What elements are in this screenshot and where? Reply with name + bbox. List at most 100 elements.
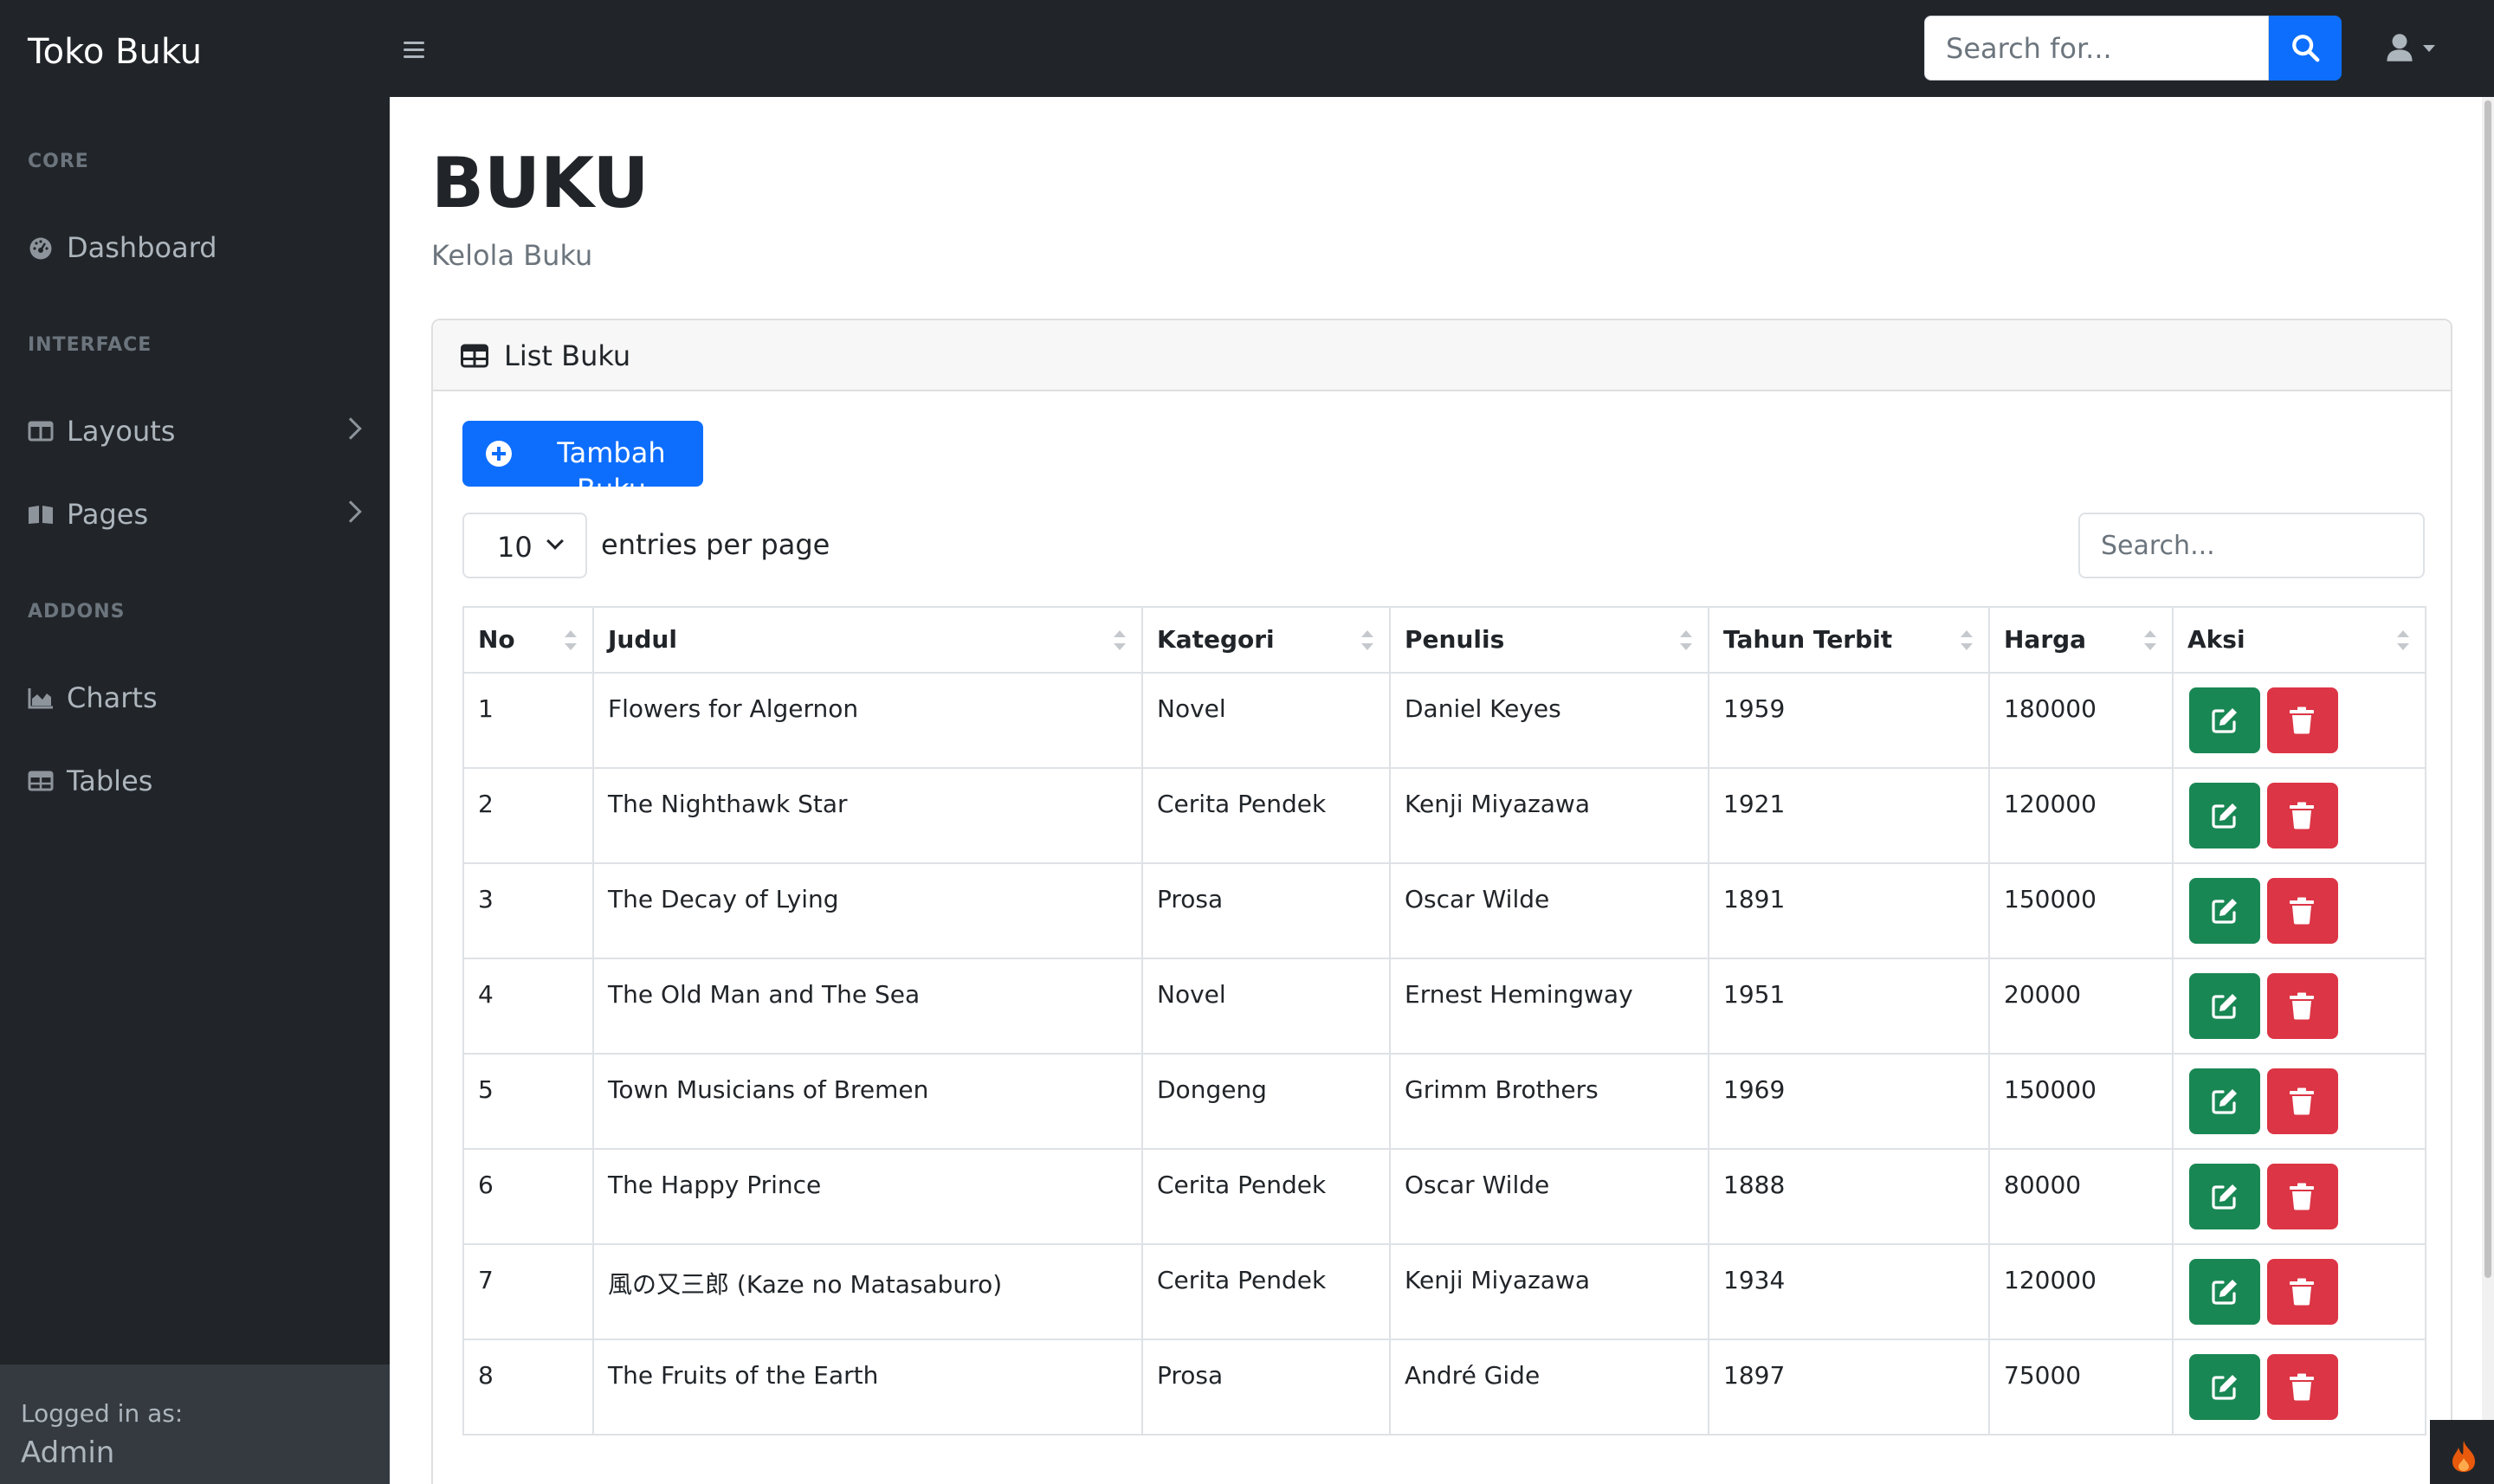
cell-tahun-terbit: 1888	[1708, 1148, 1990, 1245]
delete-button[interactable]	[2267, 1164, 2338, 1229]
sidebar-item-layouts[interactable]: Layouts	[0, 403, 390, 459]
sidebar-item-tables[interactable]: Tables	[0, 753, 390, 809]
cell-penulis: Oscar Wilde	[1389, 862, 1709, 959]
cell-tahun-terbit: 1897	[1708, 1339, 1990, 1436]
sidebar-item-label: Charts	[67, 681, 158, 714]
edit-icon	[2212, 803, 2237, 829]
books-table: No Judul Kategori Penulis Tahun Terbit H…	[462, 606, 2426, 1436]
chevron-down-icon	[2423, 45, 2435, 52]
delete-button[interactable]	[2267, 878, 2338, 944]
navbar-search-button[interactable]	[2269, 16, 2342, 81]
cell-kategori: Prosa	[1141, 1339, 1391, 1436]
edit-button[interactable]	[2189, 1164, 2260, 1229]
user-icon	[2387, 34, 2413, 61]
sort-icon	[1114, 630, 1126, 653]
cell-aksi	[2172, 1148, 2426, 1245]
flame-icon	[2452, 1441, 2475, 1472]
edit-button[interactable]	[2189, 1259, 2260, 1325]
delete-button[interactable]	[2267, 783, 2338, 848]
sidebar-item-label: Pages	[67, 498, 149, 531]
cell-aksi	[2172, 862, 2426, 959]
cell-judul: The Fruits of the Earth	[592, 1339, 1143, 1436]
column-header-harga[interactable]: Harga	[1988, 606, 2174, 674]
sidebar-item-charts[interactable]: Charts	[0, 670, 390, 726]
edit-icon	[2212, 1280, 2237, 1305]
page-title: BUKU	[431, 143, 649, 223]
delete-button[interactable]	[2267, 973, 2338, 1039]
delete-button[interactable]	[2267, 1259, 2338, 1325]
cell-harga: 75000	[1988, 1339, 2174, 1436]
delete-button[interactable]	[2267, 1068, 2338, 1134]
cell-harga: 120000	[1988, 1243, 2174, 1340]
cell-tahun-terbit: 1921	[1708, 767, 1990, 864]
navbar-search-input[interactable]	[1924, 16, 2269, 81]
cell-penulis: Daniel Keyes	[1389, 672, 1709, 769]
sidebar-item-dashboard[interactable]: Dashboard	[0, 220, 390, 275]
chevron-right-icon	[339, 417, 362, 440]
sort-icon	[2144, 630, 2156, 653]
edit-icon	[2212, 899, 2237, 924]
column-header-judul[interactable]: Judul	[592, 606, 1143, 674]
logged-in-user: Admin	[21, 1436, 115, 1470]
entries-per-page-select[interactable]: 10	[462, 513, 587, 578]
logged-in-label: Logged in as:	[21, 1399, 184, 1428]
column-header-label: No	[478, 625, 515, 654]
sidebar-item-pages[interactable]: Pages	[0, 487, 390, 542]
column-header-penulis[interactable]: Penulis	[1389, 606, 1709, 674]
trash-icon	[2290, 802, 2314, 829]
cell-penulis: Kenji Miyazawa	[1389, 767, 1709, 864]
cell-no: 6	[462, 1148, 594, 1245]
edit-button[interactable]	[2189, 1068, 2260, 1134]
brand-title[interactable]: Toko Buku	[28, 28, 202, 76]
column-header-no[interactable]: No	[462, 606, 594, 674]
cell-tahun-terbit: 1891	[1708, 862, 1990, 959]
sidebar-toggle-button[interactable]	[400, 31, 431, 66]
sort-icon	[565, 630, 577, 653]
edit-button[interactable]	[2189, 687, 2260, 753]
cell-aksi	[2172, 1339, 2426, 1436]
cell-tahun-terbit: 1951	[1708, 958, 1990, 1055]
table-search-input[interactable]	[2078, 513, 2425, 578]
cell-harga: 80000	[1988, 1148, 2174, 1245]
cell-harga: 180000	[1988, 672, 2174, 769]
delete-button[interactable]	[2267, 687, 2338, 753]
cell-aksi	[2172, 1243, 2426, 1340]
edit-button[interactable]	[2189, 1354, 2260, 1420]
search-icon	[2292, 35, 2320, 62]
plus-circle-icon	[486, 441, 512, 467]
sort-icon	[2397, 630, 2409, 653]
cell-no: 7	[462, 1243, 594, 1340]
cell-judul: Flowers for Algernon	[592, 672, 1143, 769]
cell-kategori: Prosa	[1141, 862, 1391, 959]
page-scrollbar[interactable]	[2482, 97, 2494, 1484]
cell-aksi	[2172, 1053, 2426, 1150]
column-header-label: Kategori	[1157, 625, 1275, 654]
column-header-label: Tahun Terbit	[1723, 625, 1893, 654]
user-dropdown[interactable]	[2383, 31, 2439, 66]
column-header-label: Aksi	[2187, 625, 2245, 654]
cell-no: 5	[462, 1053, 594, 1150]
table-icon	[461, 344, 488, 368]
trash-icon	[2290, 1183, 2314, 1210]
trash-icon	[2290, 1087, 2314, 1115]
column-header-aksi[interactable]: Aksi	[2172, 606, 2426, 674]
scrollbar-thumb[interactable]	[2484, 100, 2491, 1278]
cell-aksi	[2172, 958, 2426, 1055]
edit-button[interactable]	[2189, 783, 2260, 848]
trash-icon	[2290, 707, 2314, 734]
cell-no: 1	[462, 672, 594, 769]
cell-aksi	[2172, 767, 2426, 864]
add-book-button[interactable]: Tambah Buku	[462, 421, 703, 506]
column-header-tahun-terbit[interactable]: Tahun Terbit	[1708, 606, 1990, 674]
table-row: 1 Flowers for Algernon Novel Daniel Keyes 19…	[462, 672, 2426, 769]
sidebar-heading-core: CORE	[28, 151, 89, 172]
edit-button[interactable]	[2189, 973, 2260, 1039]
cell-kategori: Cerita Pendek	[1141, 1148, 1391, 1245]
cell-judul: The Decay of Lying	[592, 862, 1143, 959]
trash-icon	[2290, 897, 2314, 925]
column-header-kategori[interactable]: Kategori	[1141, 606, 1391, 674]
delete-button[interactable]	[2267, 1354, 2338, 1420]
table-row: 4 The Old Man and The Sea Novel Ernest Hemi…	[462, 958, 2426, 1055]
book-open-icon	[29, 506, 53, 524]
edit-button[interactable]	[2189, 878, 2260, 944]
